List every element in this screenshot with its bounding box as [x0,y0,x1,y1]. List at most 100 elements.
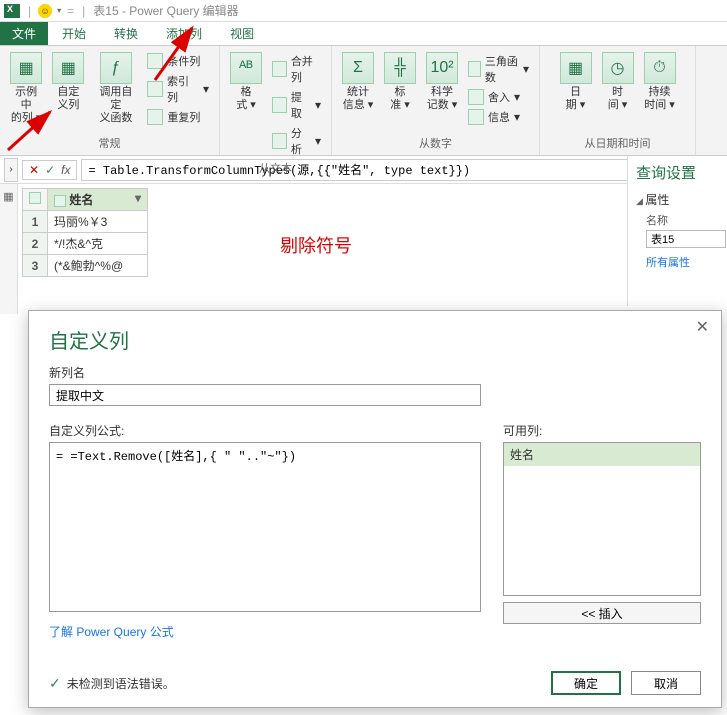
app-icon [4,4,20,18]
label: 义函数 [99,112,132,124]
available-columns-label: 可用列: [503,422,701,439]
insert-button[interactable]: << 插入 [503,602,701,624]
scientific-button[interactable]: 10² 科学记数 ▾ [422,50,462,114]
new-column-name-label: 新列名 [49,364,701,381]
syntax-status: ✓ 未检测到语法错误。 [49,675,175,692]
sigma-icon: Σ [342,52,374,84]
cell[interactable]: (*&鲍勃^%@ [48,255,148,277]
duplicate-icon [147,109,163,125]
label: 信息 [343,99,365,111]
new-column-name-input[interactable] [49,384,481,406]
exponent-icon: 10² [426,52,458,84]
query-name-input[interactable] [646,230,726,248]
info-icon [468,109,484,125]
function-icon: ƒ [100,52,132,84]
side-rail[interactable]: ▦ [0,184,18,314]
check-icon: ✓ [49,675,61,692]
column-name: 姓名 [69,193,93,207]
ribbon-group-datetime: ▦ 日期 ▾ ◷ 时间 ▾ ⏱ 持续时间 ▾ 从日期和时间 [540,46,696,155]
tab-home[interactable]: 开始 [48,22,100,45]
custom-formula-input[interactable] [49,442,481,612]
invoke-custom-function-button[interactable]: ƒ 调用自定义函数 [90,50,141,127]
title-bar: | ☺ ▾ = | 表15 - Power Query 编辑器 [0,0,727,22]
label: 信息 [488,109,510,125]
formula-label: 自定义列公式: [49,422,481,439]
cell[interactable]: 玛丽%￥3 [48,211,148,233]
custom-column-button[interactable]: ▦ 自定义列 [48,50,88,114]
ribbon: ▦ 示例中的列 ▾ ▦ 自定义列 ƒ 调用自定义函数 条件列 索引列 ▾ 重复列… [0,46,727,156]
learn-pq-link[interactable]: 了解 Power Query 公式 [49,623,174,640]
list-item[interactable]: 姓名 [504,443,700,466]
cell[interactable]: */!杰&^克 [48,233,148,255]
label: 自定 [57,86,79,98]
confirm-icon[interactable]: ✓ [45,163,55,177]
date-button[interactable]: ▦ 日期 ▾ [556,50,596,114]
formula-tools: ✕ ✓ fx [22,160,77,180]
parse-button[interactable]: 分析 ▾ [268,124,325,158]
data-grid: 姓名 ▾ 1玛丽%￥3 2*/!杰&^克 3(*&鲍勃^%@ 剔除符号 [18,184,727,314]
label: 时间 [644,99,666,111]
queries-icon: ▦ [2,190,15,203]
tab-file[interactable]: 文件 [0,22,48,45]
parse-icon [272,133,287,149]
ok-button[interactable]: 确定 [551,671,621,695]
label: 义列 [57,99,79,111]
merge-columns-button[interactable]: 合并列 [268,52,325,86]
duplicate-column-button[interactable]: 重复列 [143,108,213,126]
qat-dropdown-icon[interactable]: ▾ [57,6,61,15]
calendar-icon: ▦ [560,52,592,84]
column-header[interactable]: 姓名 ▾ [48,189,148,211]
smiley-icon[interactable]: ☺ [38,4,52,18]
label: 日 [570,86,581,98]
row-header[interactable]: 2 [23,233,48,255]
all-properties-link[interactable]: 所有属性 [646,254,719,270]
cancel-icon[interactable]: ✕ [29,163,39,177]
duration-button[interactable]: ⏱ 持续时间 ▾ [640,50,680,114]
column-from-examples-button[interactable]: ▦ 示例中的列 ▾ [6,50,46,127]
close-button[interactable]: ✕ [690,315,715,339]
trig-icon [468,61,481,77]
filter-dropdown-icon[interactable]: ▾ [135,191,141,205]
properties-section[interactable]: 属性 [636,191,719,208]
pane-title: 查询设置 [636,162,719,183]
trigonometry-button[interactable]: 三角函数 ▾ [464,52,533,86]
ribbon-tabs: 文件 开始 转换 添加列 视图 [0,22,727,46]
table-corner[interactable] [23,189,48,211]
merge-icon [272,61,287,77]
cancel-button[interactable]: 取消 [631,671,701,695]
tab-view[interactable]: 视图 [216,22,268,45]
label: 合并列 [291,53,321,85]
standard-button[interactable]: ╬ 标准 ▾ [380,50,420,114]
fx-label[interactable]: fx [61,163,70,177]
table-icon [29,192,41,204]
separator: | [82,4,85,18]
information-button[interactable]: 信息 ▾ [464,108,533,126]
row-header[interactable]: 3 [23,255,48,277]
time-button[interactable]: ◷ 时间 ▾ [598,50,638,114]
ribbon-group-number: Σ 统计信息 ▾ ╬ 标准 ▾ 10² 科学记数 ▾ 三角函数 ▾ 舍入 ▾ 信… [332,46,540,155]
formula-bar: › ✕ ✓ fx ⌄ [0,156,727,184]
tab-transform[interactable]: 转换 [100,22,152,45]
row-header[interactable]: 1 [23,211,48,233]
label: 记数 [427,99,449,111]
ribbon-group-text: ᴬᴮ 格式 ▾ 合并列 提取 ▾ 分析 ▾ 从文本 [220,46,332,155]
formula-input[interactable] [81,159,701,181]
label: 格 [240,86,251,98]
conditional-column-button[interactable]: 条件列 [143,52,213,70]
extract-button[interactable]: 提取 ▾ [268,88,325,122]
type-text-icon[interactable] [54,195,66,207]
statistics-button[interactable]: Σ 统计信息 ▾ [338,50,378,114]
table-icon: ▦ [52,52,84,84]
format-button[interactable]: ᴬᴮ 格式 ▾ [226,50,266,114]
available-columns-list[interactable]: 姓名 [503,442,701,596]
extract-icon [272,97,287,113]
stopwatch-icon: ⏱ [644,52,676,84]
tab-add-column[interactable]: 添加列 [152,22,216,45]
rounding-button[interactable]: 舍入 ▾ [464,88,533,106]
round-icon [468,89,484,105]
index-column-button[interactable]: 索引列 ▾ [143,72,213,106]
label: 分析 [291,125,311,157]
label: 准 [390,99,401,111]
queries-toggle[interactable]: › [4,158,18,182]
custom-column-dialog: ✕ 自定义列 新列名 自定义列公式: 了解 Power Query 公式 可用列… [28,310,722,708]
